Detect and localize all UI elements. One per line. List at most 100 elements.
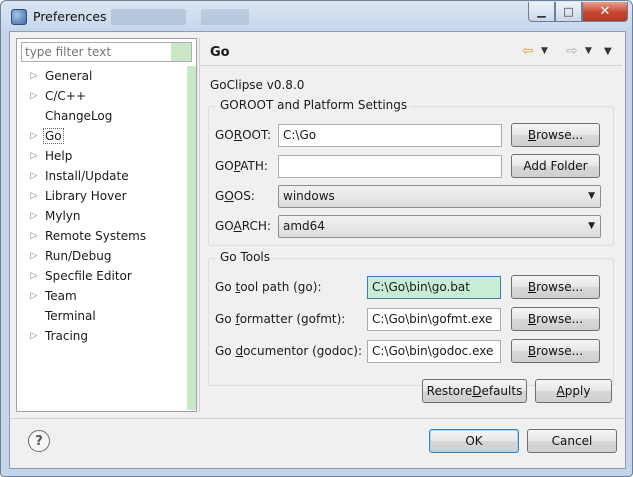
back-dropdown-icon[interactable]: ▼ bbox=[541, 46, 548, 56]
preference-page: Go ⇦ ▼ ⇨ ▼ ▼ GoClipse v0.8.0 GOROOT and … bbox=[199, 38, 622, 412]
expand-arrow-icon[interactable]: ▷ bbox=[27, 251, 41, 261]
expand-arrow-icon[interactable]: ▷ bbox=[27, 71, 41, 81]
godoc-label: Go documentor (godoc): bbox=[215, 344, 363, 358]
tree-item[interactable]: ChangeLog bbox=[21, 106, 187, 126]
expand-arrow-icon[interactable]: ▷ bbox=[27, 291, 41, 301]
help-icon[interactable]: ? bbox=[28, 430, 50, 452]
tree-item-label: Run/Debug bbox=[45, 249, 112, 263]
tree-item-label: Library Hover bbox=[45, 189, 127, 203]
tree-item[interactable]: ▷ Library Hover bbox=[21, 186, 187, 206]
expand-arrow-icon[interactable]: ▷ bbox=[27, 131, 41, 141]
gofmt-field[interactable]: C:\Go\bin\gofmt.exe bbox=[367, 308, 501, 331]
goos-value: windows bbox=[283, 189, 335, 203]
expand-arrow-icon[interactable]: ▷ bbox=[27, 191, 41, 201]
tree-item[interactable]: ▷ General bbox=[21, 66, 187, 86]
chevron-down-icon: ▼ bbox=[588, 221, 595, 231]
expand-arrow-icon[interactable]: ▷ bbox=[27, 171, 41, 181]
maximize-button[interactable]: □ bbox=[555, 2, 582, 22]
window-title: Preferences bbox=[33, 9, 107, 24]
tree-item-label: General bbox=[45, 69, 93, 83]
cancel-button[interactable]: Cancel bbox=[527, 429, 617, 453]
tree-item[interactable]: ▷ Remote Systems bbox=[21, 226, 187, 246]
filter-box[interactable] bbox=[21, 42, 192, 62]
tree-item-label: Terminal bbox=[45, 309, 96, 323]
gopath-label: GOPATH: bbox=[215, 159, 268, 173]
expand-arrow-icon[interactable]: ▷ bbox=[27, 231, 41, 241]
minimize-button[interactable]: ▁ bbox=[528, 2, 555, 22]
goroot-settings-group: GOROOT and Platform Settings GOROOT: C:\… bbox=[208, 98, 614, 246]
close-button[interactable]: ✕ bbox=[582, 2, 628, 22]
tree-item-label: ChangeLog bbox=[45, 109, 113, 123]
go-tool-path-field[interactable]: C:\Go\bin\go.bat bbox=[367, 276, 501, 299]
page-header: Go ⇦ ▼ ⇨ ▼ ▼ bbox=[200, 38, 622, 66]
tree-item-label: Remote Systems bbox=[45, 229, 147, 243]
maximize-icon: □ bbox=[563, 5, 574, 18]
dialog-client-area: ▷General▷C/C++ChangeLog▷Go▷Help▷Install/… bbox=[9, 31, 626, 469]
tree-item-label: Specfile Editor bbox=[45, 269, 132, 283]
tree-item-label: Team bbox=[45, 289, 77, 303]
goos-select[interactable]: windows ▼ bbox=[278, 185, 601, 208]
go-tool-path-label: Go tool path (go): bbox=[215, 280, 322, 294]
preference-tree: ▷ General ▷ C/C++ ChangeLog ▷ Go ▷ Help ▷ Install/… bbox=[21, 66, 187, 410]
expand-arrow-icon[interactable]: ▷ bbox=[27, 91, 41, 101]
gofmt-label: Go formatter (gofmt): bbox=[215, 312, 346, 326]
goos-label: GOOS: bbox=[215, 189, 255, 203]
goroot-label: GOROOT: bbox=[215, 128, 272, 142]
tree-item[interactable]: ▷ Help bbox=[21, 146, 187, 166]
tree-item[interactable]: ▷ C/C++ bbox=[21, 86, 187, 106]
tree-item-label: C/C++ bbox=[45, 89, 86, 103]
goarch-label: GOARCH: bbox=[215, 219, 271, 233]
goroot-field[interactable]: C:\Go bbox=[278, 124, 502, 147]
filter-input[interactable] bbox=[22, 43, 172, 61]
preference-tree-panel: ▷General▷C/C++ChangeLog▷Go▷Help▷Install/… bbox=[16, 38, 197, 412]
tree-item-label: Install/Update bbox=[45, 169, 129, 183]
tree-item-label: Mylyn bbox=[45, 209, 81, 223]
group-title: GOROOT and Platform Settings bbox=[217, 98, 411, 112]
tree-scroll-area bbox=[187, 66, 196, 410]
goroot-browse-button[interactable]: Browse... bbox=[511, 123, 600, 147]
back-arrow-icon[interactable]: ⇦ bbox=[522, 43, 534, 59]
tree-item[interactable]: ▷ Specfile Editor bbox=[21, 266, 187, 286]
apply-button[interactable]: Apply bbox=[535, 379, 612, 403]
gopath-field[interactable] bbox=[278, 155, 502, 178]
title-bar[interactable]: Preferences ▁ □ ✕ bbox=[1, 1, 632, 31]
tree-item[interactable]: Terminal bbox=[21, 306, 187, 326]
tree-item[interactable]: ▷ Tracing bbox=[21, 326, 187, 346]
godoc-field[interactable]: C:\Go\bin\godoc.exe bbox=[367, 340, 501, 363]
chevron-down-icon: ▼ bbox=[588, 191, 595, 201]
title-bar-blur-2 bbox=[201, 9, 249, 25]
tree-item[interactable]: ▷ Mylyn bbox=[21, 206, 187, 226]
gofmt-browse-button[interactable]: Browse... bbox=[511, 307, 600, 331]
tree-item[interactable]: ▷ Go bbox=[21, 126, 187, 146]
preferences-window: Preferences ▁ □ ✕ ▷ General ▷ C/C++ ChangeLo… bbox=[0, 0, 633, 477]
expand-arrow-icon[interactable]: ▷ bbox=[27, 211, 41, 221]
tree-item-label: Go bbox=[43, 128, 64, 144]
go-tool-browse-button[interactable]: Browse... bbox=[511, 275, 600, 299]
godoc-browse-button[interactable]: Browse... bbox=[511, 339, 600, 363]
app-icon bbox=[11, 9, 27, 25]
expand-arrow-icon[interactable]: ▷ bbox=[27, 271, 41, 281]
tree-item[interactable]: ▷ Team bbox=[21, 286, 187, 306]
goarch-value: amd64 bbox=[283, 219, 325, 233]
expand-arrow-icon[interactable]: ▷ bbox=[27, 331, 41, 341]
goarch-select[interactable]: amd64 ▼ bbox=[278, 215, 601, 238]
button-bar-separator bbox=[10, 418, 625, 419]
forward-dropdown-icon[interactable]: ▼ bbox=[585, 46, 592, 56]
page-title: Go bbox=[210, 45, 230, 60]
group-title: Go Tools bbox=[217, 250, 274, 264]
version-label: GoClipse v0.8.0 bbox=[210, 78, 305, 92]
add-folder-button[interactable]: Add Folder bbox=[511, 154, 600, 178]
view-menu-icon[interactable]: ▼ bbox=[604, 46, 612, 57]
go-tools-group: Go Tools Go tool path (go): C:\Go\bin\go… bbox=[208, 250, 614, 386]
close-icon: ✕ bbox=[599, 4, 611, 19]
tree-item-label: Tracing bbox=[45, 329, 89, 343]
tree-item-label: Help bbox=[45, 149, 73, 163]
forward-arrow-icon[interactable]: ⇨ bbox=[566, 43, 578, 59]
minimize-icon: ▁ bbox=[537, 5, 546, 18]
expand-arrow-icon[interactable]: ▷ bbox=[27, 151, 41, 161]
tree-item[interactable]: ▷ Install/Update bbox=[21, 166, 187, 186]
tree-item[interactable]: ▷ Run/Debug bbox=[21, 246, 187, 266]
restore-defaults-button[interactable]: Restore Defaults bbox=[422, 379, 527, 403]
ok-button[interactable]: OK bbox=[429, 429, 519, 453]
filter-clear-area bbox=[171, 43, 191, 61]
